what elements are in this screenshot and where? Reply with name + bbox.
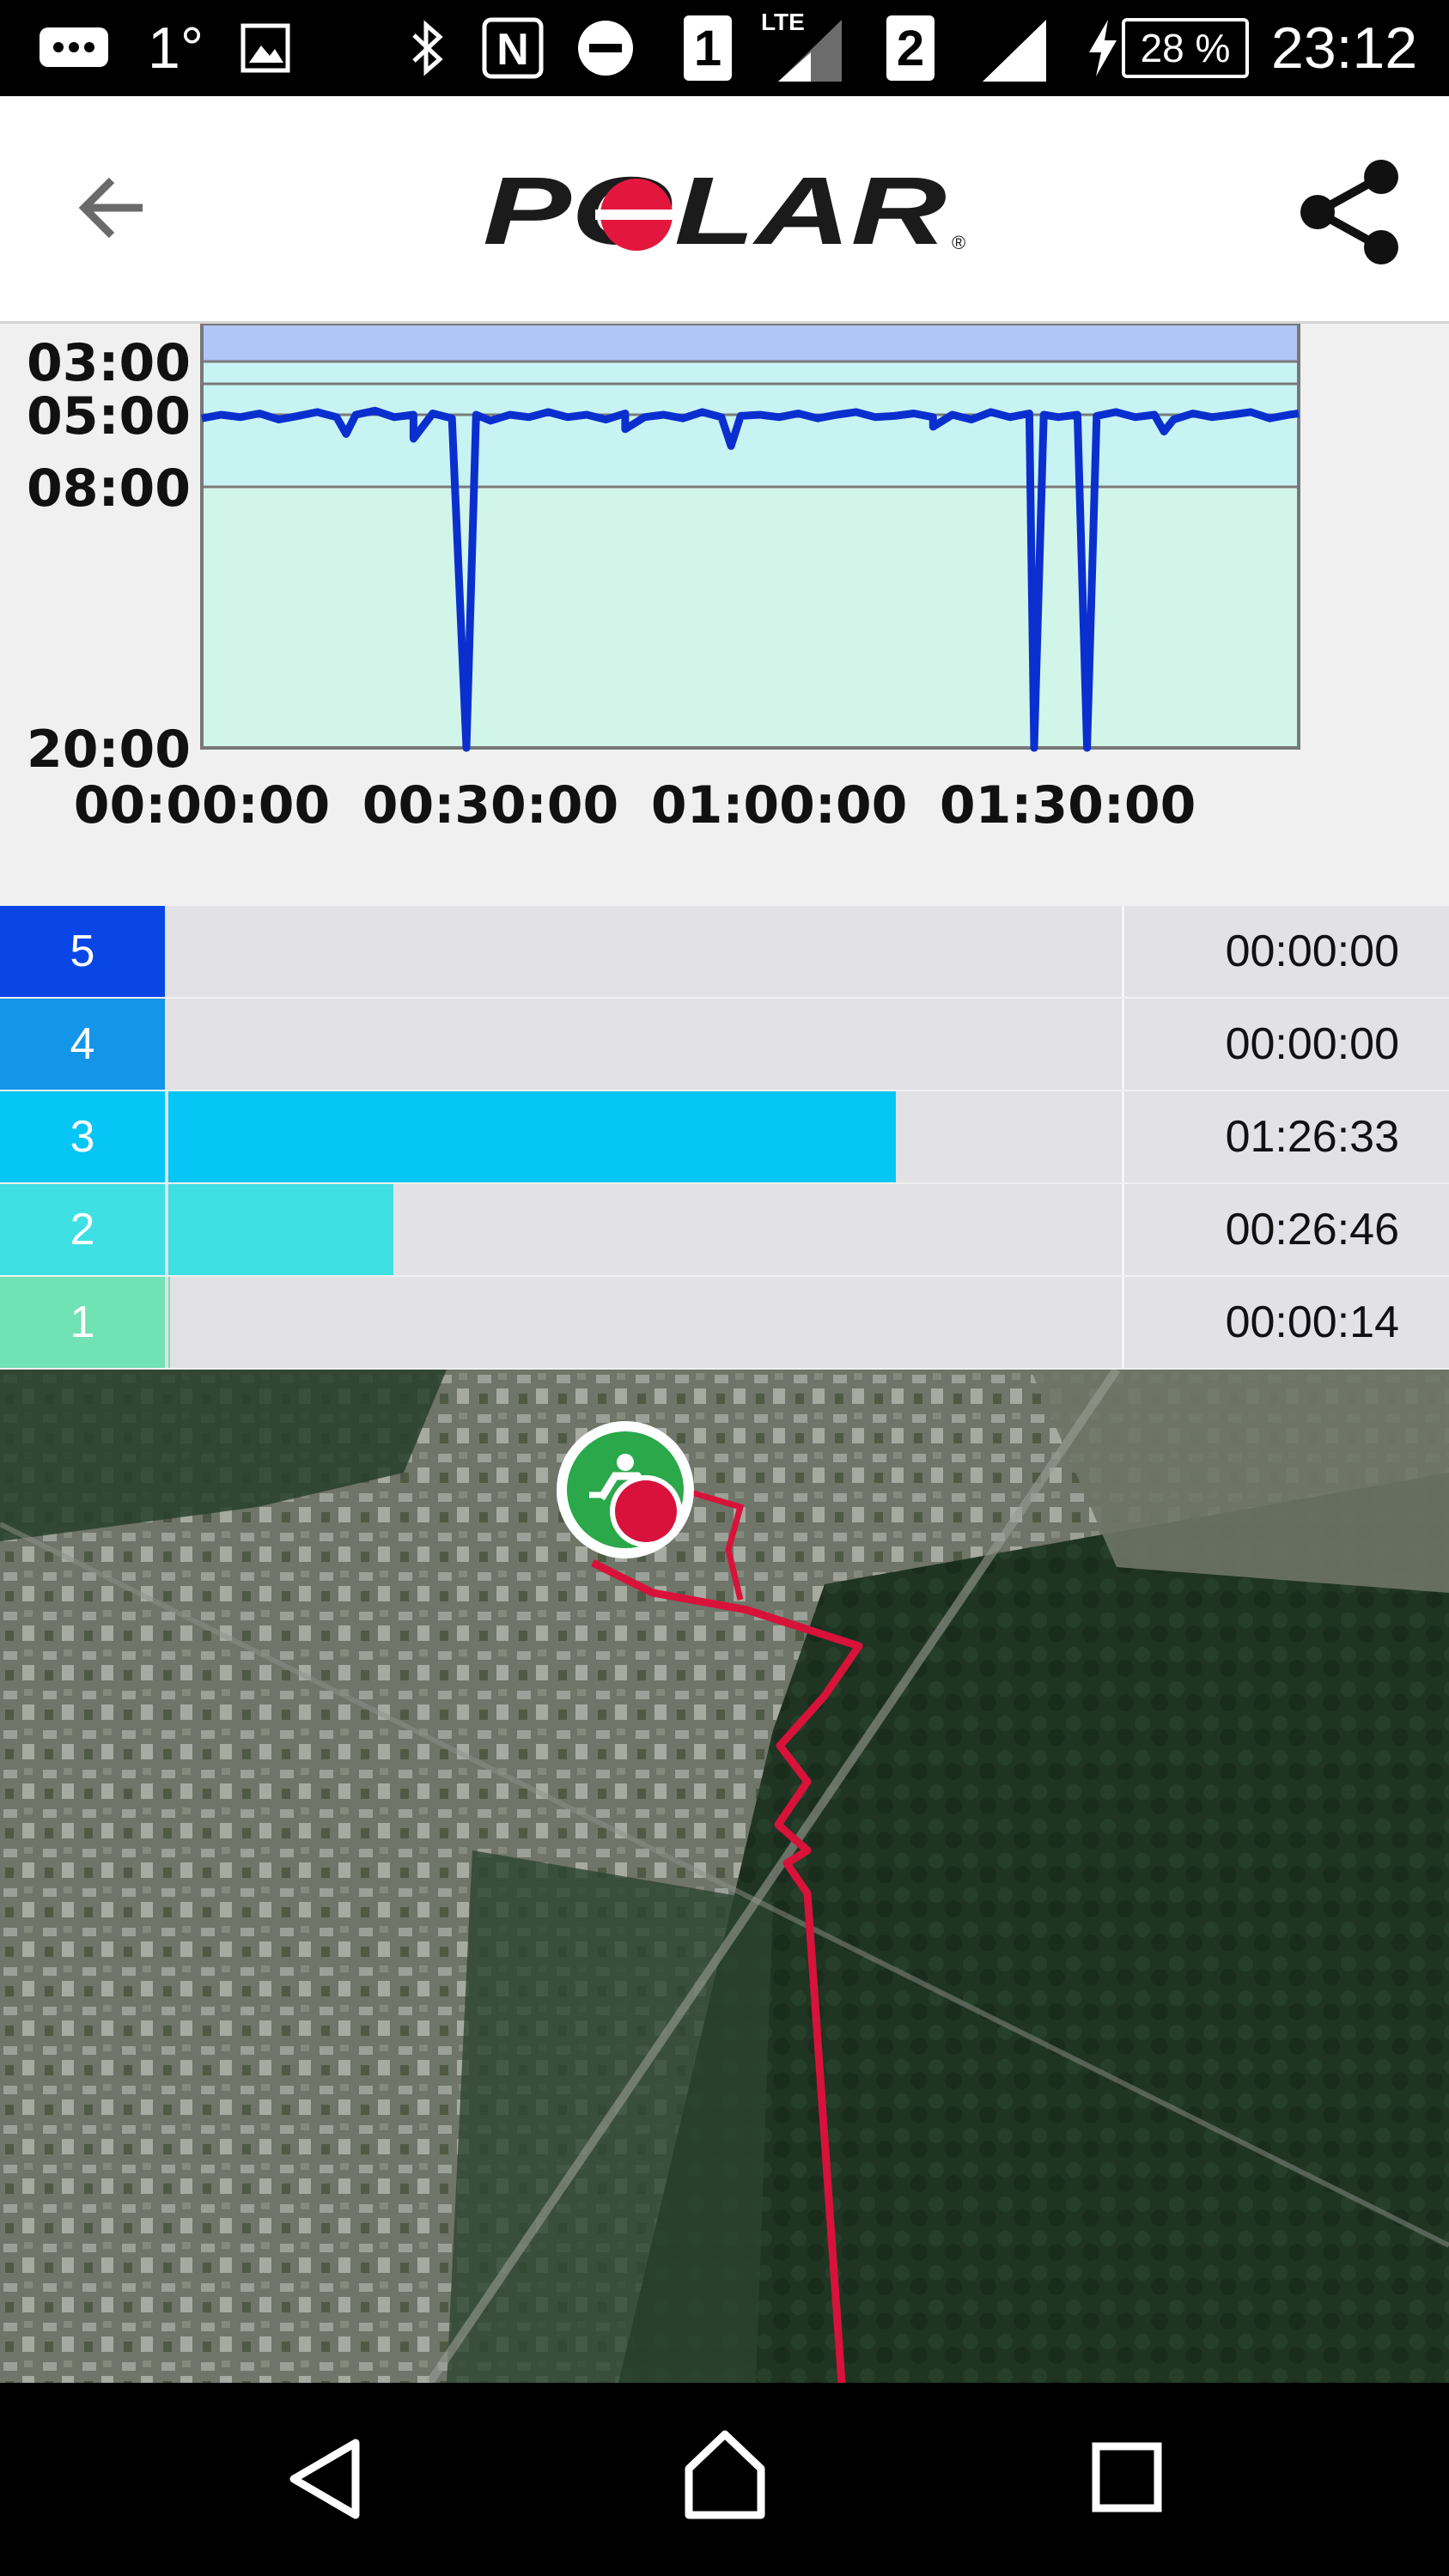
zone-track [168,1184,1122,1275]
x-tick-label: 00:00:00 [74,775,330,835]
zone-track [168,999,1122,1090]
pace-zone-band [202,487,1299,748]
bluetooth-icon [409,0,447,96]
zone-track [168,1277,1122,1368]
y-tick-label: 05:00 [27,386,191,447]
x-tick-label: 01:00:00 [651,775,907,835]
back-arrow-icon[interactable] [69,173,155,259]
zone-duration: 00:26:46 [1225,1205,1399,1255]
pace-zone-band [202,361,1299,487]
zone-track [168,1091,1122,1182]
x-tick-label: 00:30:00 [362,775,618,835]
zone-bar-fill [168,1277,170,1368]
zone-number: 2 [0,1184,165,1275]
x-tick-label: 01:30:00 [940,775,1196,835]
brand-name: POLAR [483,165,947,259]
do-not-disturb-icon [575,0,636,96]
status-bar: 1° N 1 LTE 2 28 % 23:12 [0,0,1449,96]
temperature-text: 1° [148,15,204,81]
registered-mark: ® [952,232,965,253]
zone-number: 5 [0,906,165,997]
pace-chart: 03:00 05:00 08:00 20:00 00:00:00 00:30:00 01:… [0,322,1449,906]
nfc-icon: N [481,0,545,96]
zone-divider [1122,1184,1124,1275]
zone-number: 3 [0,1091,165,1182]
clock: 23:12 [1271,15,1418,81]
zone-divider [1122,1091,1124,1182]
signal-icon [977,0,1050,96]
app-bar: POLAR ® [0,96,1449,324]
y-tick-label: 03:00 [27,333,191,393]
zone-row-3: 3 01:26:33 [0,1091,1449,1182]
nav-home-icon[interactable] [682,2427,768,2526]
zone-row-2: 2 00:26:46 [0,1184,1449,1275]
zone-row-4: 4 00:00:00 [0,999,1449,1090]
charging-icon [1086,0,1120,96]
image-icon [240,0,290,96]
zone-duration: 01:26:33 [1225,1112,1399,1162]
zone-number: 4 [0,999,165,1090]
share-icon[interactable] [1295,158,1403,266]
zone-bar-fill [168,1091,896,1182]
zone-divider [1122,906,1124,997]
pace-zone-band [202,324,1299,361]
sim2-label: 2 [886,15,935,81]
zone-duration: 00:00:00 [1225,1019,1399,1069]
zone-row-1: 1 00:00:14 [0,1277,1449,1368]
message-icon [38,0,110,96]
zone-duration: 00:00:00 [1225,927,1399,976]
zone-divider [1122,1277,1124,1368]
y-tick-label: 08:00 [27,459,191,519]
zone-track [168,906,1122,997]
network-type: LTE [761,9,805,35]
svg-text:N: N [496,25,529,75]
battery-level: 28 % [1122,18,1249,78]
sim2-icon: 2 [886,0,935,96]
nav-recents-icon[interactable] [1091,2441,1163,2518]
route-start-marker[interactable] [557,1421,694,1558]
polar-logo: POLAR ® [481,157,979,264]
nav-back-icon[interactable] [283,2436,366,2526]
battery-icon: 28 % [1122,0,1249,96]
heart-rate-zones: 5 00:00:00 4 00:00:00 3 01:26:33 2 00:26:46 1 00:… [0,906,1449,1370]
route-end-marker [615,1480,677,1542]
navigation-bar [0,2383,1449,2576]
zone-row-5: 5 00:00:00 [0,906,1449,997]
zone-number: 1 [0,1277,165,1368]
sim1-label: 1 [684,15,732,81]
route-map[interactable] [0,1370,1449,2383]
zone-divider [1122,999,1124,1090]
zone-bar-fill [168,1184,393,1275]
y-tick-label: 20:00 [27,720,191,780]
sim1-icon: 1 [684,0,732,96]
zone-duration: 00:00:14 [1225,1297,1399,1347]
